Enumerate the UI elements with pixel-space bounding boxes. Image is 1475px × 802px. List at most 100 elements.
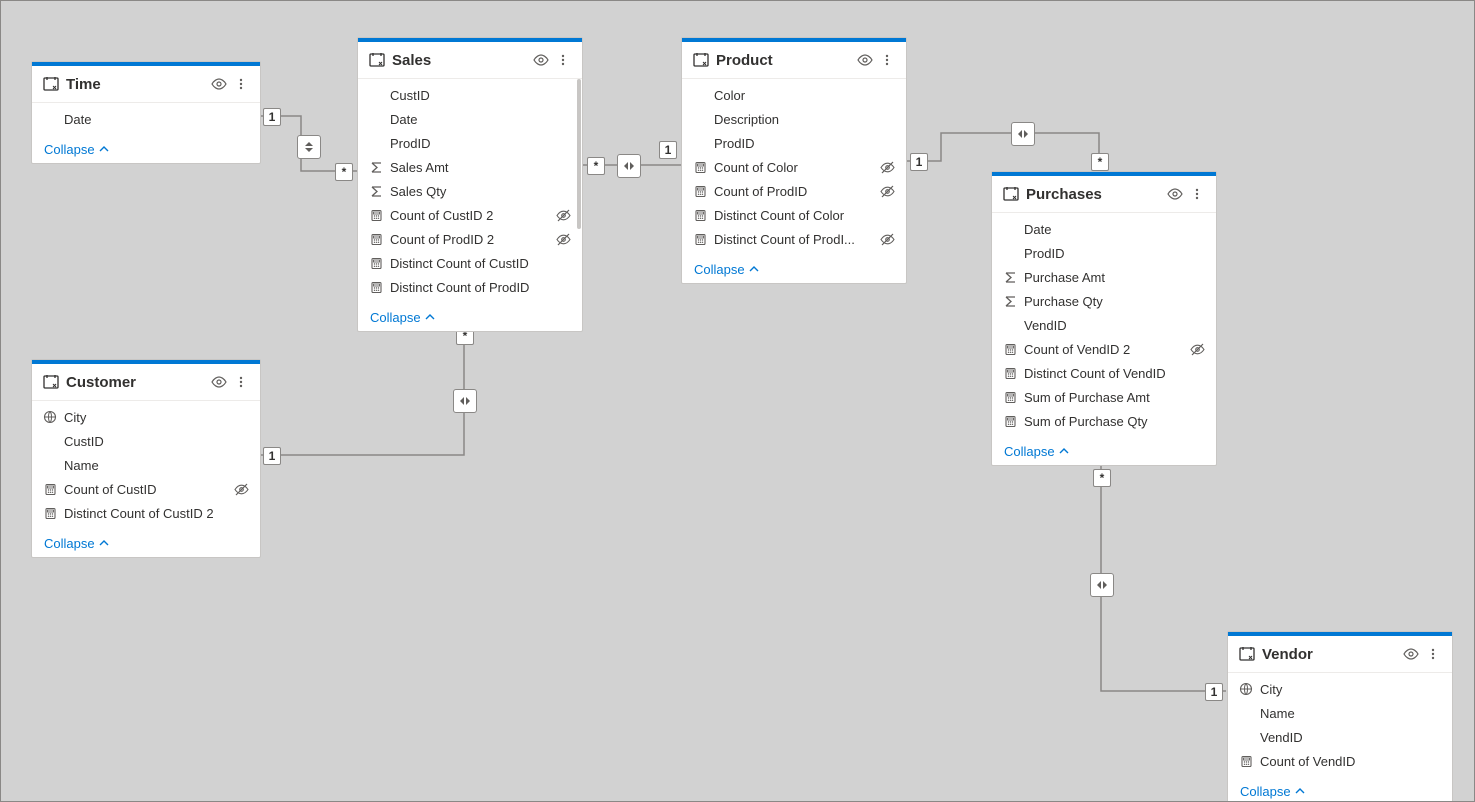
report-view-icon[interactable]	[1164, 183, 1186, 205]
model-canvas[interactable]: 1 * 1 * * 1 1 * * 1 Time Date Collapse	[0, 0, 1475, 802]
calc-icon	[368, 209, 384, 222]
field-row[interactable]: City	[32, 405, 260, 429]
field-label: CustID	[384, 88, 554, 103]
table-icon	[1000, 183, 1022, 205]
collapse-button[interactable]: Collapse	[358, 303, 582, 331]
field-row[interactable]: Date	[358, 107, 582, 131]
field-row[interactable]: Count of CustID 2	[358, 203, 582, 227]
more-menu-icon[interactable]	[230, 371, 252, 393]
field-label: Sales Qty	[384, 184, 554, 199]
table-title: Sales	[388, 52, 530, 69]
field-row[interactable]: Date	[992, 217, 1216, 241]
field-row[interactable]: Count of CustID	[32, 477, 260, 501]
field-row[interactable]: Distinct Count of ProdID	[358, 275, 582, 299]
field-row[interactable]: CustID	[358, 83, 582, 107]
table-product[interactable]: Product ColorDescriptionProdIDCount of C…	[681, 37, 907, 284]
field-label: Distinct Count of CustID	[384, 256, 554, 271]
chevron-up-icon	[425, 310, 435, 325]
calc-icon	[692, 209, 708, 222]
field-row[interactable]: Purchase Amt	[992, 265, 1216, 289]
scrollbar[interactable]	[577, 79, 581, 229]
field-label: Description	[708, 112, 878, 127]
field-row[interactable]: Purchase Qty	[992, 289, 1216, 313]
field-row[interactable]: Count of ProdID	[682, 179, 906, 203]
sigma-icon	[368, 161, 384, 174]
cardinality-many: *	[1091, 153, 1109, 171]
field-row[interactable]: Distinct Count of Color	[682, 203, 906, 227]
field-row[interactable]: Count of VendID	[1228, 749, 1452, 773]
more-menu-icon[interactable]	[552, 49, 574, 71]
hidden-icon	[232, 482, 250, 497]
table-vendor[interactable]: Vendor CityNameVendIDCount of VendID Col…	[1227, 631, 1453, 802]
cardinality-one: 1	[263, 108, 281, 126]
collapse-button[interactable]: Collapse	[32, 135, 260, 163]
field-row[interactable]: Description	[682, 107, 906, 131]
calc-icon	[1002, 343, 1018, 356]
hidden-icon	[554, 232, 572, 247]
collapse-button[interactable]: Collapse	[682, 255, 906, 283]
report-view-icon[interactable]	[854, 49, 876, 71]
more-menu-icon[interactable]	[1422, 643, 1444, 665]
field-label: Count of ProdID 2	[384, 232, 554, 247]
collapse-button[interactable]: Collapse	[1228, 777, 1452, 802]
hidden-icon	[878, 232, 896, 247]
field-label: Color	[708, 88, 878, 103]
hidden-icon	[1188, 342, 1206, 357]
field-row[interactable]: Date	[32, 107, 260, 131]
field-row[interactable]: ProdID	[358, 131, 582, 155]
field-row[interactable]: Name	[1228, 701, 1452, 725]
field-row[interactable]: VendID	[992, 313, 1216, 337]
report-view-icon[interactable]	[208, 73, 230, 95]
field-row[interactable]: Distinct Count of VendID	[992, 361, 1216, 385]
field-row[interactable]: CustID	[32, 429, 260, 453]
more-menu-icon[interactable]	[230, 73, 252, 95]
field-row[interactable]: ProdID	[992, 241, 1216, 265]
more-menu-icon[interactable]	[876, 49, 898, 71]
table-purchases[interactable]: Purchases DateProdIDPurchase AmtPurchase…	[991, 171, 1217, 466]
field-row[interactable]: Sum of Purchase Amt	[992, 385, 1216, 409]
field-row[interactable]: Count of VendID 2	[992, 337, 1216, 361]
field-row[interactable]: Sales Qty	[358, 179, 582, 203]
calc-icon	[368, 257, 384, 270]
cardinality-many: *	[587, 157, 605, 175]
field-label: City	[58, 410, 232, 425]
field-label: Count of CustID 2	[384, 208, 554, 223]
table-icon	[366, 49, 388, 71]
field-row[interactable]: Count of ProdID 2	[358, 227, 582, 251]
field-row[interactable]: Name	[32, 453, 260, 477]
field-row[interactable]: Sum of Purchase Qty	[992, 409, 1216, 433]
field-label: Purchase Amt	[1018, 270, 1188, 285]
field-row[interactable]: Count of Color	[682, 155, 906, 179]
cardinality-one: 1	[1205, 683, 1223, 701]
field-row[interactable]: City	[1228, 677, 1452, 701]
field-label: Count of CustID	[58, 482, 232, 497]
report-view-icon[interactable]	[208, 371, 230, 393]
report-view-icon[interactable]	[1400, 643, 1422, 665]
field-row[interactable]: VendID	[1228, 725, 1452, 749]
table-time[interactable]: Time Date Collapse	[31, 61, 261, 164]
field-row[interactable]: ProdID	[682, 131, 906, 155]
filter-direction-icon	[297, 135, 321, 159]
filter-direction-icon	[1011, 122, 1035, 146]
field-row[interactable]: Distinct Count of CustID	[358, 251, 582, 275]
field-label: ProdID	[708, 136, 878, 151]
calc-icon	[1002, 415, 1018, 428]
collapse-button[interactable]: Collapse	[992, 437, 1216, 465]
field-row[interactable]: Distinct Count of CustID 2	[32, 501, 260, 525]
more-menu-icon[interactable]	[1186, 183, 1208, 205]
field-label: Sum of Purchase Amt	[1018, 390, 1188, 405]
field-label: Sum of Purchase Qty	[1018, 414, 1188, 429]
calc-icon	[42, 483, 58, 496]
field-label: VendID	[1254, 730, 1424, 745]
field-list: Date	[32, 103, 260, 135]
table-title: Customer	[62, 374, 208, 391]
field-row[interactable]: Color	[682, 83, 906, 107]
filter-direction-icon	[617, 154, 641, 178]
field-row[interactable]: Sales Amt	[358, 155, 582, 179]
table-customer[interactable]: Customer City CustIDName Count of CustID Di…	[31, 359, 261, 558]
field-row[interactable]: Distinct Count of ProdI...	[682, 227, 906, 251]
collapse-button[interactable]: Collapse	[32, 529, 260, 557]
filter-direction-icon	[453, 389, 477, 413]
report-view-icon[interactable]	[530, 49, 552, 71]
table-sales[interactable]: Sales CustID DateProdIDSales Amt Sales Qty…	[357, 37, 583, 332]
